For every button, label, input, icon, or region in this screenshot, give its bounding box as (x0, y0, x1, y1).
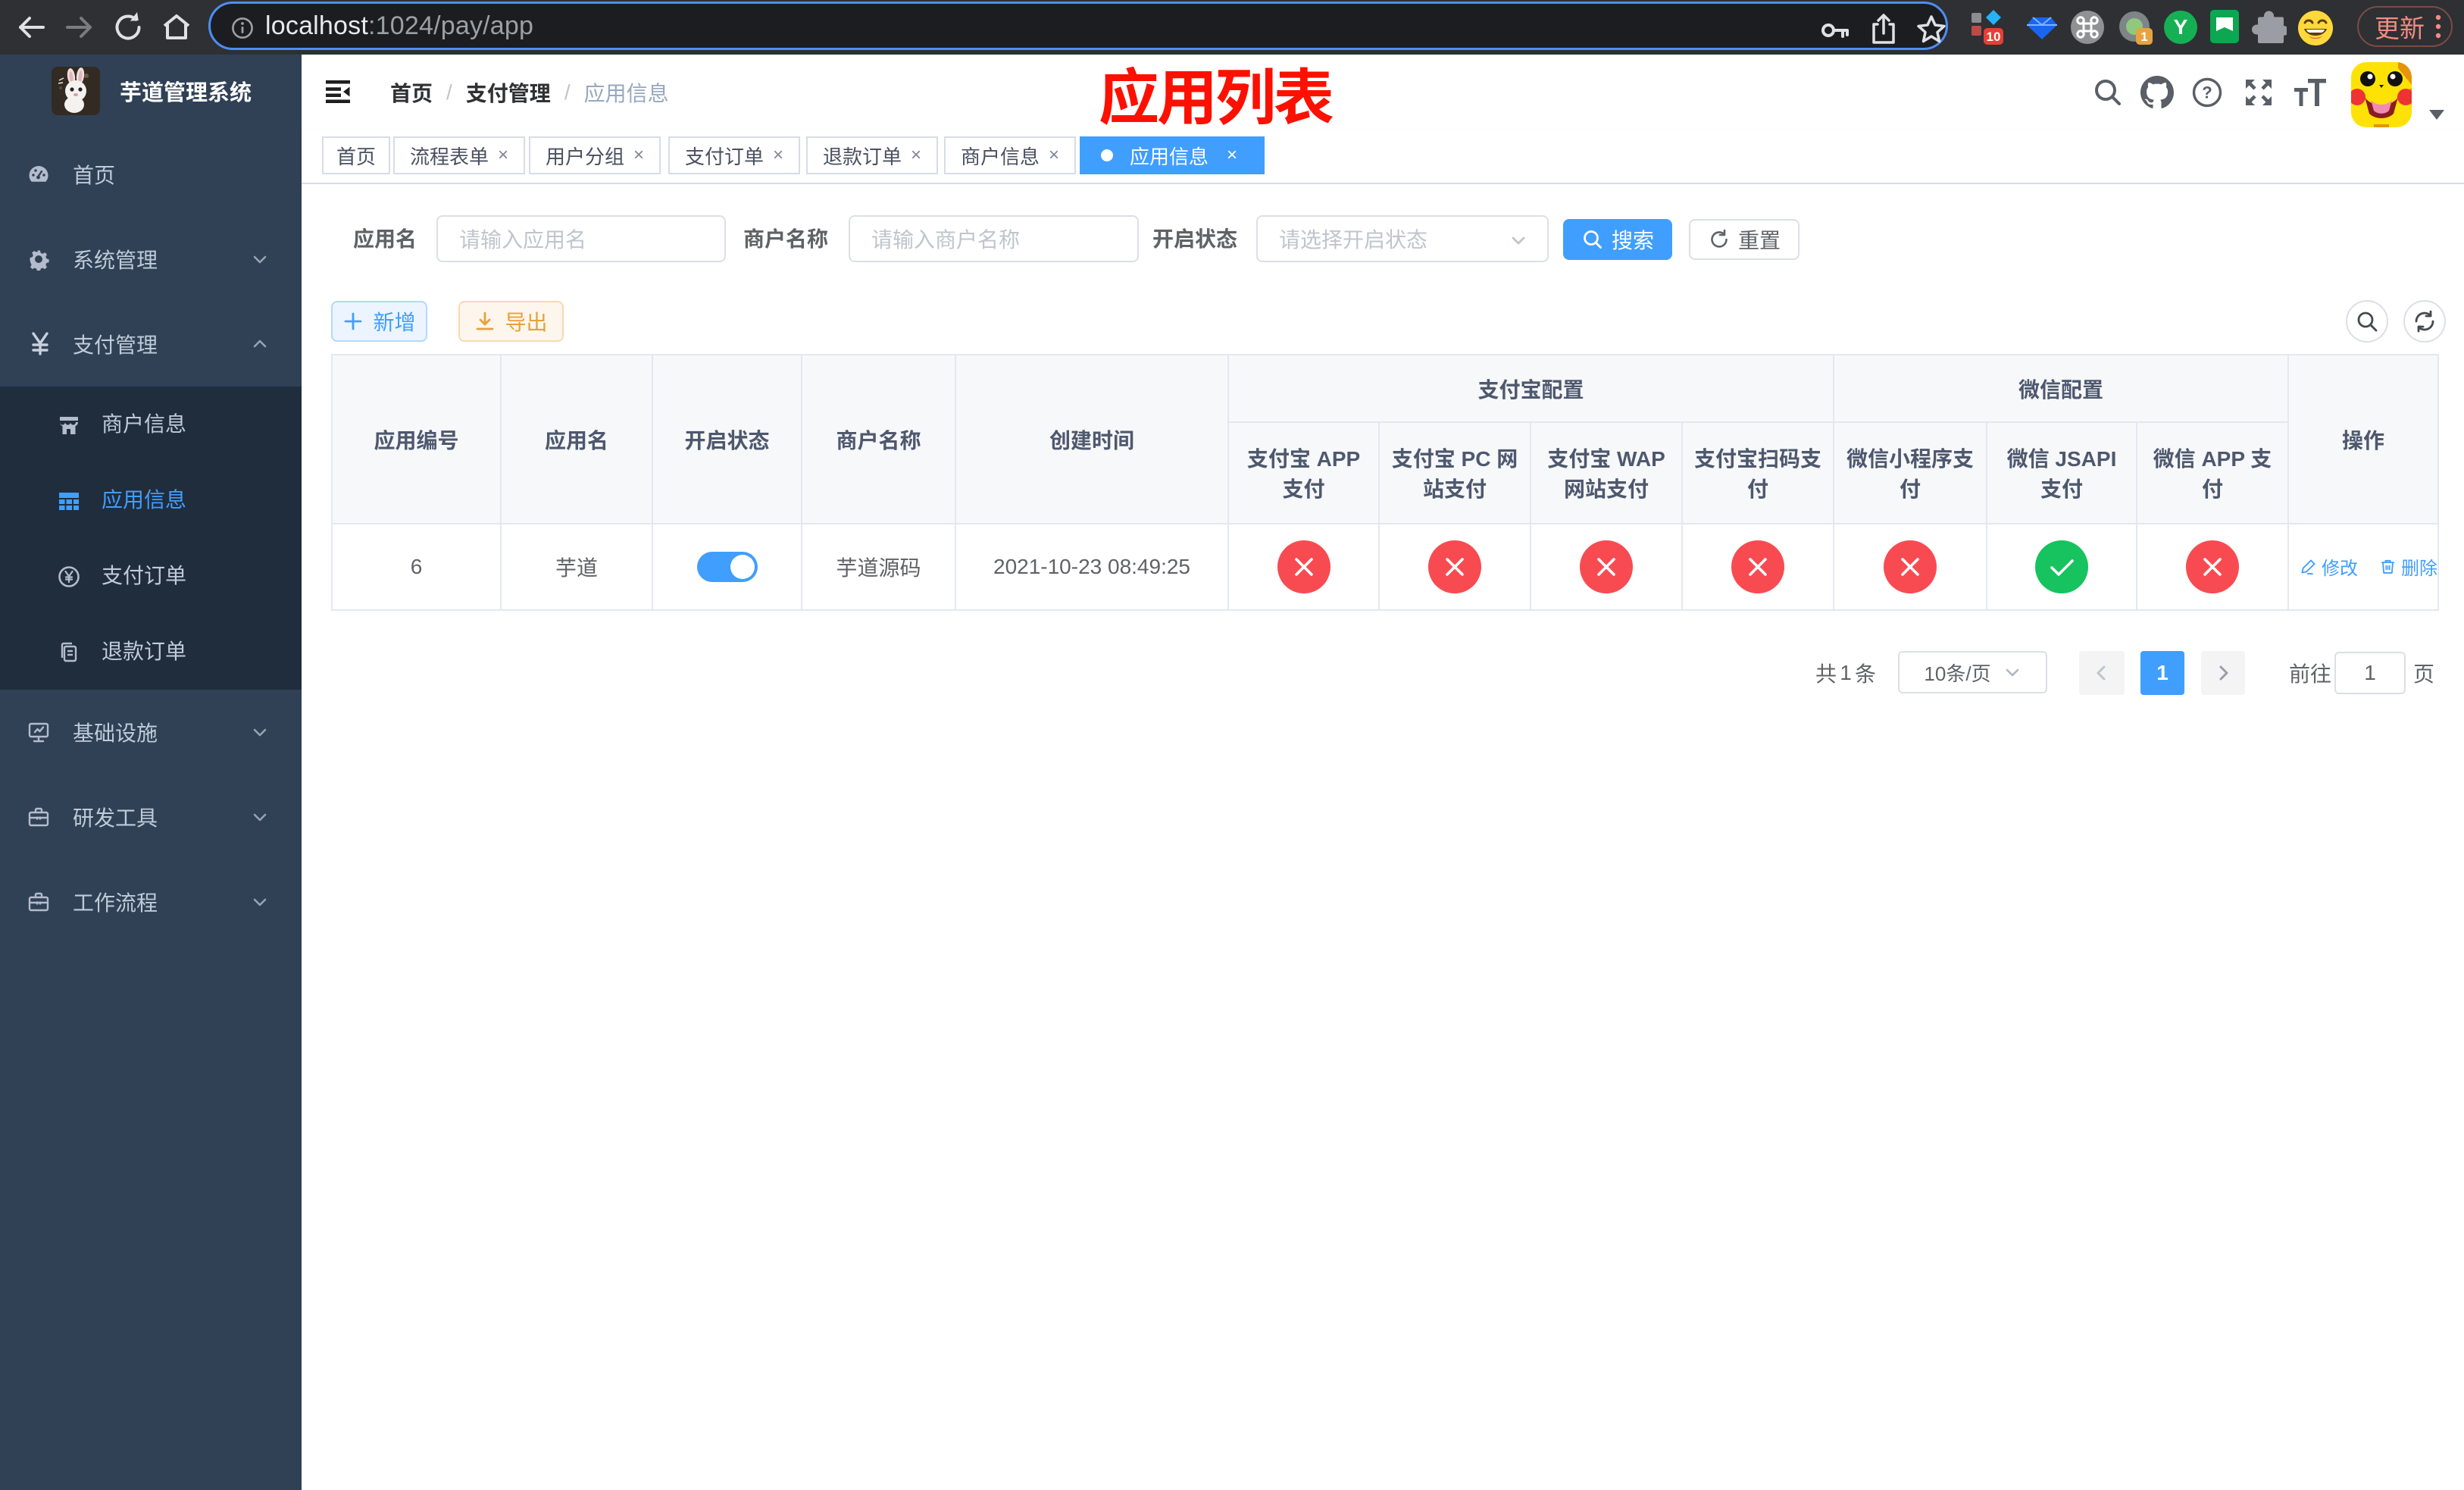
svg-text:1: 1 (2140, 30, 2147, 44)
svg-text:?: ? (2202, 83, 2212, 102)
svg-text:10: 10 (1987, 30, 2001, 44)
svg-text:Y: Y (2174, 15, 2188, 39)
